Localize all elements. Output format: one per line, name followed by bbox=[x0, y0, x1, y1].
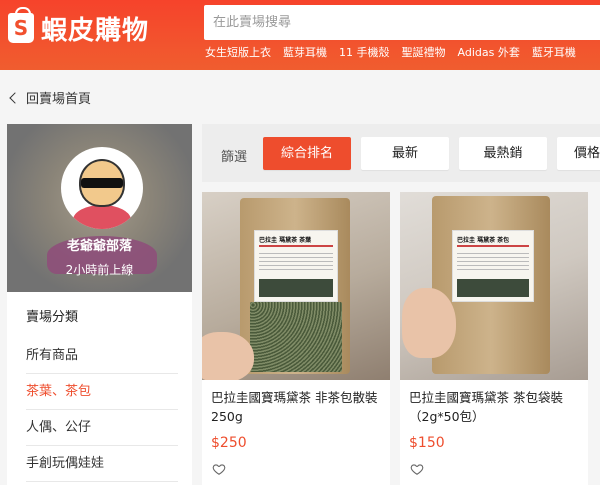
heart-icon[interactable] bbox=[212, 462, 226, 476]
hot-keyword-link[interactable]: 藍芽耳機 bbox=[283, 44, 327, 60]
hand bbox=[202, 332, 254, 380]
product-card[interactable]: 巴拉圭 瑪黛茶 茶葉 巴拉圭國寶瑪黛茶 非茶包散裝250g $250 bbox=[202, 192, 390, 485]
product-card[interactable]: 巴拉圭 瑪黛茶 茶包 巴拉圭國寶瑪黛茶 茶包袋裝（2g*50包） $150 bbox=[400, 192, 588, 485]
sort-relevance-button[interactable]: 綜合排名 bbox=[263, 137, 351, 170]
hot-keyword-link[interactable]: 聖誕禮物 bbox=[402, 44, 446, 60]
heart-icon[interactable] bbox=[410, 462, 424, 476]
package-label-text: 巴拉圭 瑪黛茶 茶包 bbox=[457, 237, 510, 244]
avatar-body bbox=[73, 205, 131, 229]
hot-keyword-link[interactable]: 女生短版上衣 bbox=[205, 44, 271, 60]
product-image[interactable]: 巴拉圭 瑪黛茶 茶包 bbox=[400, 192, 588, 380]
sort-price-button[interactable]: 價格 bbox=[557, 137, 600, 170]
chevron-left-icon bbox=[9, 91, 21, 104]
back-to-shop-link[interactable]: 回賣場首頁 bbox=[8, 88, 91, 107]
shopee-logo[interactable]: S 蝦皮購物 bbox=[8, 7, 150, 46]
package-label: 巴拉圭 瑪黛茶 茶葉 bbox=[254, 230, 338, 302]
hot-keyword-link[interactable]: Adidas 外套 bbox=[458, 44, 520, 60]
sidebar-item-handmade-dolls[interactable]: 手創玩偶娃娃 bbox=[26, 446, 178, 482]
sidebar-item-tea[interactable]: 茶葉、茶包 bbox=[26, 374, 178, 410]
package-label-text: 巴拉圭 瑪黛茶 茶葉 bbox=[259, 237, 312, 244]
search-bar[interactable] bbox=[204, 5, 600, 40]
shop-online-status: 2小時前上線 bbox=[65, 263, 134, 277]
logo-text: 蝦皮購物 bbox=[41, 15, 150, 46]
sidebar-item-figures[interactable]: 人偶、公仔 bbox=[26, 410, 178, 446]
product-image[interactable]: 巴拉圭 瑪黛茶 茶葉 bbox=[202, 192, 390, 380]
hot-keyword-link[interactable]: 11 手機殼 bbox=[339, 44, 390, 60]
shop-avatar[interactable] bbox=[61, 147, 143, 229]
sort-top-sales-button[interactable]: 最熱銷 bbox=[459, 137, 547, 170]
avatar-glasses bbox=[81, 178, 123, 188]
product-price: $150 bbox=[409, 435, 445, 451]
top-header: S 蝦皮購物 女生短版上衣 藍芽耳機 11 手機殼 聖誕禮物 Adidas 外套… bbox=[0, 0, 600, 70]
product-title[interactable]: 巴拉圭國寶瑪黛茶 茶包袋裝（2g*50包） bbox=[409, 388, 581, 426]
sidebar-item-all-products[interactable]: 所有商品 bbox=[26, 338, 178, 374]
product-price: $250 bbox=[211, 435, 247, 451]
sort-filter-bar: 篩選 綜合排名 最新 最熱銷 價格 bbox=[202, 124, 600, 182]
filter-label: 篩選 bbox=[221, 150, 248, 165]
hot-keywords: 女生短版上衣 藍芽耳機 11 手機殼 聖誕禮物 Adidas 外套 藍牙耳機 bbox=[205, 44, 576, 60]
sort-latest-button[interactable]: 最新 bbox=[361, 137, 449, 170]
shop-card[interactable]: 老爺爺部落 2小時前上線 bbox=[7, 124, 192, 292]
category-sidebar: 賣場分類 所有商品 茶葉、茶包 人偶、公仔 手創玩偶娃娃 bbox=[7, 292, 192, 485]
shop-name: 老爺爺部落 bbox=[66, 239, 132, 254]
product-title[interactable]: 巴拉圭國寶瑪黛茶 非茶包散裝250g bbox=[211, 388, 383, 426]
hand bbox=[402, 288, 456, 358]
category-title: 賣場分類 bbox=[26, 310, 79, 325]
search-input[interactable] bbox=[213, 15, 600, 30]
back-label: 回賣場首頁 bbox=[26, 92, 92, 107]
hot-keyword-link[interactable]: 藍牙耳機 bbox=[532, 44, 576, 60]
package-label: 巴拉圭 瑪黛茶 茶包 bbox=[452, 230, 534, 302]
shopping-bag-icon: S bbox=[8, 7, 34, 43]
tea-leaves bbox=[250, 302, 342, 372]
